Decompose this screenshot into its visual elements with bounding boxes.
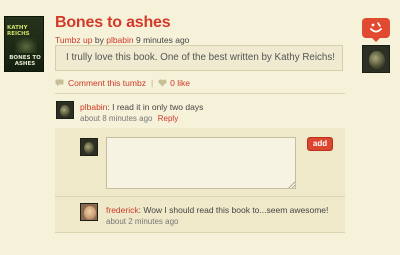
byline-by: by	[94, 35, 104, 45]
actions-separator: |	[150, 78, 154, 88]
book-cover-author: KATHY REICHS	[7, 25, 30, 37]
comment-meta: about 2 minutes ago	[106, 217, 179, 226]
divider	[55, 93, 345, 94]
post-quote: I trully love this book. One of the best…	[55, 45, 343, 71]
reply-link[interactable]: Reply	[158, 114, 178, 123]
post-actions: Comment this tumbz | 0 like	[55, 78, 190, 88]
smiley-icon	[370, 22, 382, 33]
reply-avatar	[80, 138, 98, 156]
like-count[interactable]: 0 like	[170, 78, 190, 88]
divider	[55, 196, 345, 197]
divider	[55, 232, 345, 233]
comment-time: about 8 minutes ago	[80, 114, 153, 123]
comment-icon	[55, 79, 64, 87]
avatar-face	[84, 206, 96, 220]
comment-text: I read it in only two days	[112, 102, 204, 112]
post-author-avatar[interactable]	[362, 45, 390, 73]
comment-author-link[interactable]: frederick	[106, 205, 139, 215]
comment-author-link[interactable]: plbabin	[80, 102, 107, 112]
avatar-face	[84, 142, 94, 154]
add-button[interactable]: add	[307, 137, 333, 151]
post-byline: Tumbz up by plbabin 9 minutes ago	[55, 35, 189, 45]
book-cover-title: BONES TO ASHES	[9, 55, 41, 67]
heart-icon[interactable]	[158, 79, 167, 87]
comment-link[interactable]: Comment this tumbz	[68, 78, 146, 88]
byline-time: 9 minutes ago	[136, 35, 190, 45]
tumbz-logo-badge[interactable]	[362, 18, 390, 42]
reply-textarea[interactable]	[106, 137, 296, 189]
comment-avatar[interactable]	[56, 101, 74, 119]
book-cover-figure	[15, 37, 37, 53]
avatar-face	[60, 105, 70, 117]
byline-tumbz-up[interactable]: Tumbz up	[55, 35, 92, 45]
comment-body: plbabin: I read it in only two days	[80, 102, 203, 112]
comment-avatar[interactable]	[80, 203, 98, 221]
resize-grip[interactable]	[288, 181, 295, 188]
comment-text: Wow I should read this book to...seem aw…	[143, 205, 329, 215]
byline-user-link[interactable]: plbabin	[106, 35, 133, 45]
avatar-face	[369, 51, 385, 69]
comment-meta: about 8 minutes ago Reply	[80, 114, 178, 123]
book-cover-image[interactable]: KATHY REICHS BONES TO ASHES	[4, 16, 44, 72]
comment-time: about 2 minutes ago	[106, 217, 179, 226]
post-title[interactable]: Bones to ashes	[55, 14, 171, 32]
comment-body: frederick: Wow I should read this book t…	[106, 205, 328, 215]
